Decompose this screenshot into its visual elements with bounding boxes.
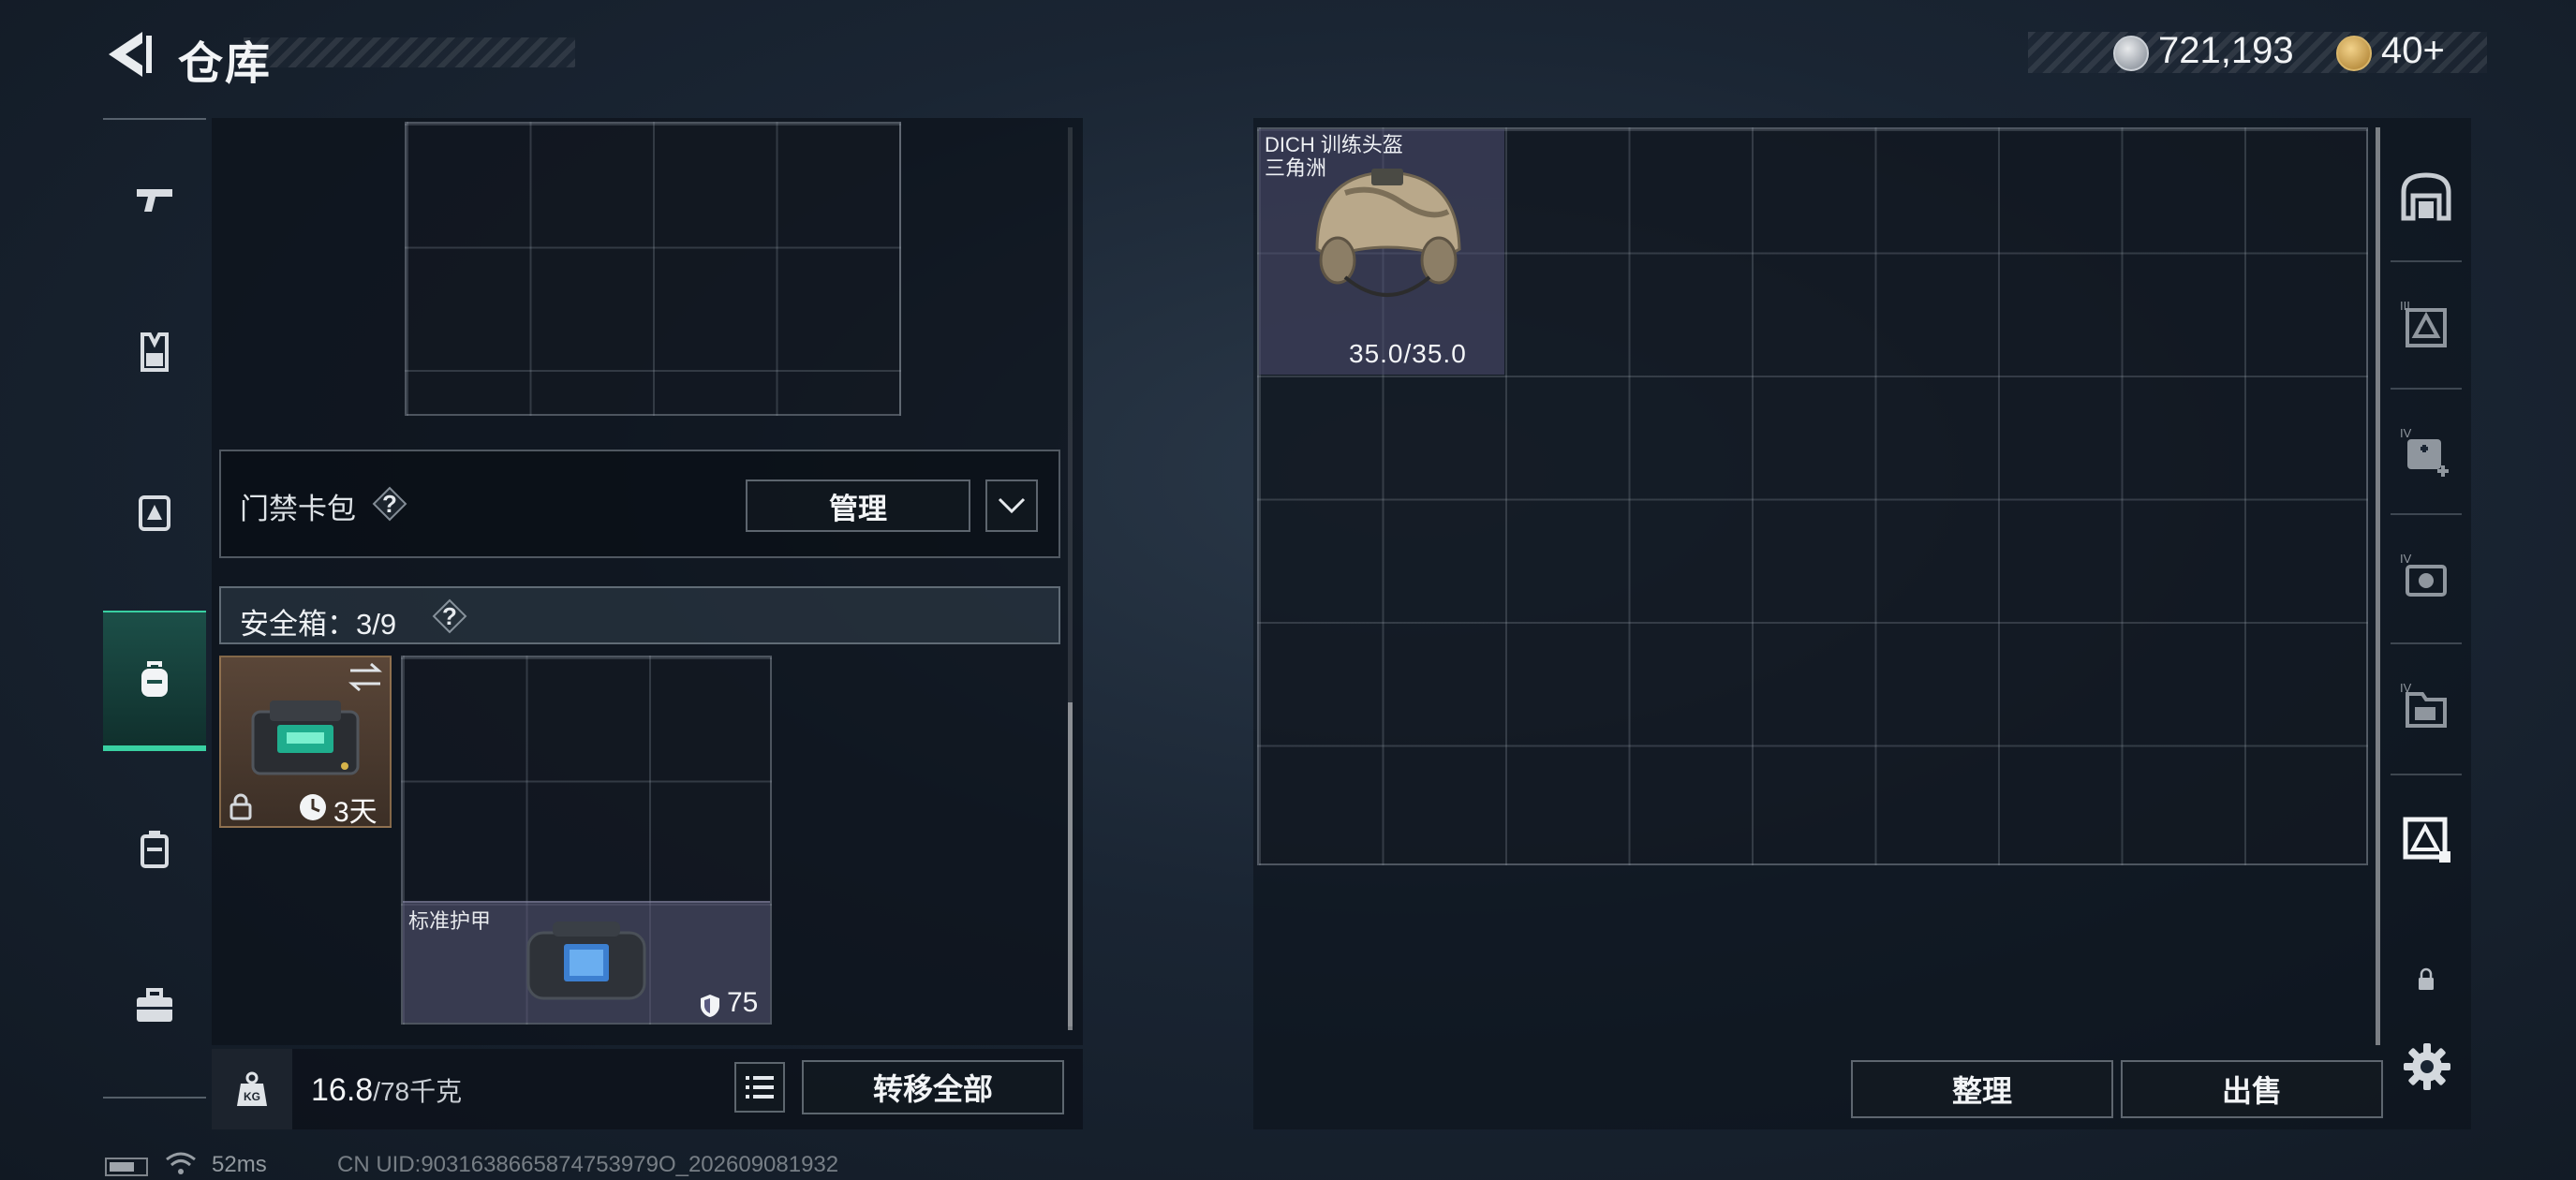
stash-page-active-icon xyxy=(2403,817,2450,863)
nav-backpack[interactable] xyxy=(103,611,206,751)
safebox-remaining-days: 3天 xyxy=(333,797,378,828)
battery-icon xyxy=(105,1158,148,1176)
weight-readout: 16.8/78千克 xyxy=(311,1071,462,1109)
stash-page-active[interactable] xyxy=(2385,777,2467,899)
lock-icon xyxy=(2419,967,2434,990)
weight-icon-box: KG xyxy=(212,1049,292,1129)
armor-item-name: 标准护甲 xyxy=(408,909,492,933)
list-icon xyxy=(746,1076,774,1099)
back-button[interactable] xyxy=(101,26,157,82)
expand-button[interactable] xyxy=(985,479,1038,532)
token-count: 40 xyxy=(2381,30,2423,71)
safebox-capacity-label: 安全箱：3/9 xyxy=(240,608,397,641)
backpack-icon xyxy=(141,661,168,697)
token-icon xyxy=(2336,36,2372,71)
helmet-durability: 35.0/35.0 xyxy=(1349,339,1467,368)
gear-icon[interactable] xyxy=(2402,1041,2452,1092)
stash-page-4-medical-icon: IV xyxy=(2400,426,2449,477)
card-pack-label: 门禁卡包 xyxy=(240,493,356,525)
page-title: 仓库 xyxy=(178,39,273,89)
manage-button[interactable]: 管理 xyxy=(746,479,970,532)
list-view-button[interactable] xyxy=(734,1062,785,1113)
weight-current: 16.8 xyxy=(311,1072,374,1108)
shield-icon xyxy=(701,995,719,1017)
stash-page-4-camera[interactable]: IV xyxy=(2385,517,2467,639)
stash-lock[interactable] xyxy=(2385,918,2467,1040)
chest-rig-icon xyxy=(139,495,170,531)
kg-weight-icon: KG xyxy=(237,1071,267,1106)
helmet-item-name: DICH 训练头盔 三角洲 xyxy=(1265,133,1499,180)
coin-icon xyxy=(2113,36,2149,71)
stash-page-3-icon: III xyxy=(2400,299,2447,347)
nav-chest-rig[interactable] xyxy=(103,441,206,582)
stash-page-4-camera-icon: IV xyxy=(2400,552,2447,597)
coin-balance: 721,193 xyxy=(2158,30,2294,71)
title-decoration xyxy=(244,37,575,67)
stash-page-4-files[interactable]: IV xyxy=(2385,646,2467,768)
loadout-scrollbar-thumb[interactable] xyxy=(1068,702,1073,1030)
stash-home-icon xyxy=(2401,172,2451,221)
armor-durability: 75 xyxy=(727,987,759,1018)
token-balance[interactable]: 40+ xyxy=(2381,30,2445,72)
user-uid: CN UID:9031638665874753979O_202609081932 xyxy=(337,1152,839,1177)
safebox-help-icon[interactable]: ? xyxy=(433,599,466,633)
weight-max: /78千克 xyxy=(373,1077,463,1106)
nav-case[interactable] xyxy=(103,778,206,919)
helmet-name-line2: 三角洲 xyxy=(1265,156,1327,180)
card-pack-help-icon[interactable]: ? xyxy=(373,487,407,521)
ping-readout: 52ms xyxy=(212,1152,267,1177)
pistol-icon xyxy=(137,189,172,212)
svg-text:IV: IV xyxy=(2400,426,2412,440)
nav-armor[interactable] xyxy=(103,282,206,422)
svg-text:KG: KG xyxy=(244,1090,260,1103)
case-icon xyxy=(141,831,169,868)
equipment-side-nav xyxy=(103,118,206,1101)
token-add-icon[interactable]: + xyxy=(2423,30,2445,71)
chevron-down-icon xyxy=(998,497,1026,514)
stash-scrollbar[interactable] xyxy=(2376,127,2380,1045)
transfer-all-button[interactable]: 转移全部 xyxy=(802,1060,1064,1114)
stash-page-4-files-icon: IV xyxy=(2400,681,2447,728)
vest-icon xyxy=(141,332,169,372)
nav-weapon[interactable] xyxy=(103,127,206,268)
back-arrow-icon xyxy=(109,32,152,77)
stash-page-4-medical[interactable]: IV xyxy=(2385,391,2467,513)
backpack-grid[interactable] xyxy=(405,122,901,416)
armor-image xyxy=(526,922,646,1000)
lock-icon xyxy=(229,793,252,820)
sell-button[interactable]: 出售 xyxy=(2121,1060,2383,1118)
sort-button[interactable]: 整理 xyxy=(1851,1060,2113,1118)
clock-icon xyxy=(300,794,326,820)
swap-icon[interactable] xyxy=(347,661,384,693)
helmet-name-line1: DICH 训练头盔 xyxy=(1265,133,1403,156)
stash-page-home[interactable] xyxy=(2385,135,2467,257)
nav-tools[interactable] xyxy=(103,936,206,1076)
stash-page-nav: III IV IV IV xyxy=(2385,127,2467,1045)
safebox-image xyxy=(251,701,360,775)
svg-text:IV: IV xyxy=(2400,552,2412,566)
wifi-icon xyxy=(166,1152,196,1174)
toolbox-icon xyxy=(137,988,172,1022)
stash-page-3[interactable]: III xyxy=(2385,264,2467,386)
